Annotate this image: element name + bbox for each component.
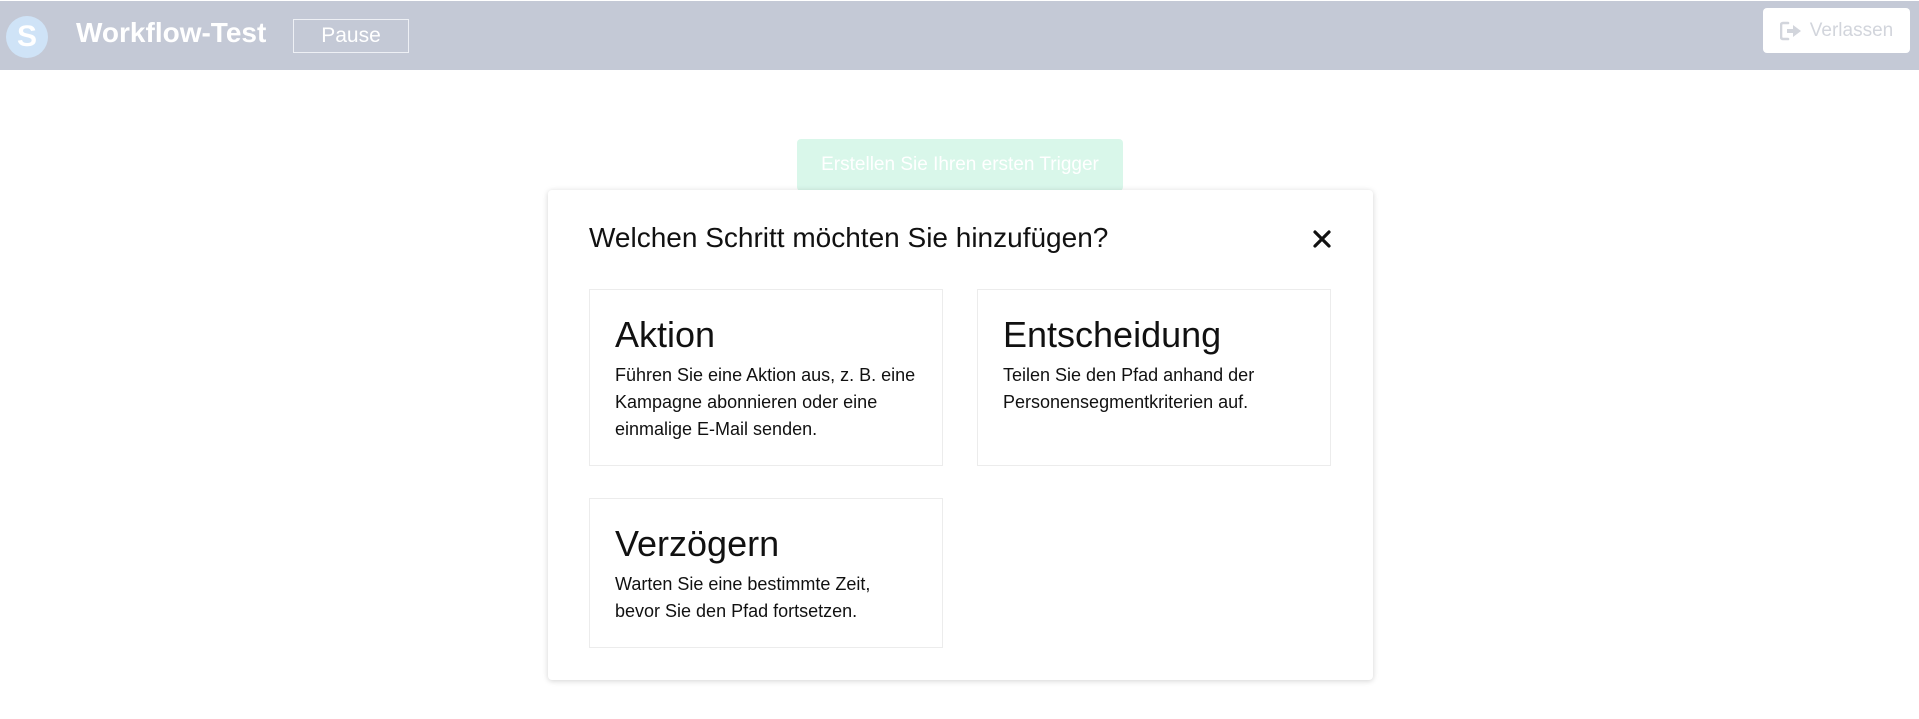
step-option-decision[interactable]: Entscheidung Teilen Sie den Pfad anhand … [977, 289, 1331, 466]
sign-out-icon [1779, 21, 1802, 41]
create-trigger-button[interactable]: Erstellen Sie Ihren ersten Trigger [797, 139, 1123, 191]
step-option-delay[interactable]: Verzögern Warten Sie eine bestimmte Zeit… [589, 498, 943, 648]
step-option-description: Führen Sie eine Aktion aus, z. B. eine K… [615, 365, 916, 439]
top-bar: S Workflow-Test Pause Verlassen [0, 1, 1919, 70]
step-option-action[interactable]: Aktion Führen Sie eine Aktion aus, z. B.… [589, 289, 943, 466]
logo-letter: S [16, 20, 37, 53]
modal-title: Welchen Schritt möchten Sie hinzufügen? [589, 222, 1109, 253]
step-option-description: Teilen Sie den Pfad anhand der Personens… [1003, 365, 1255, 412]
step-option-title: Entscheidung [1003, 314, 1222, 355]
step-option-title: Aktion [615, 314, 716, 355]
add-step-modal: Welchen Schritt möchten Sie hinzufügen? … [548, 190, 1373, 680]
app-logo[interactable]: S [6, 16, 48, 58]
step-option-description: Warten Sie eine bestimmte Zeit, bevor Si… [615, 574, 871, 621]
workflow-title: Workflow-Test [76, 17, 267, 48]
step-option-title: Verzögern [615, 523, 780, 564]
pause-button[interactable]: Pause [293, 19, 409, 53]
leave-button[interactable]: Verlassen [1763, 8, 1910, 53]
leave-label: Verlassen [1809, 19, 1894, 41]
close-icon[interactable] [1309, 226, 1335, 252]
